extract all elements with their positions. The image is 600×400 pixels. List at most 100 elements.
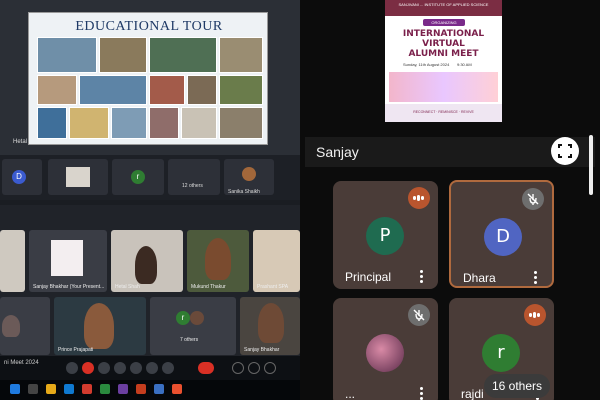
others-tile[interactable]: 12 others xyxy=(168,159,220,195)
avatar: r xyxy=(482,334,520,372)
participant-tile[interactable] xyxy=(48,159,108,195)
poster-title-line: INTERNATIONAL xyxy=(402,29,485,39)
tile-name: Sanika Shaikh xyxy=(228,189,260,195)
poster-title-line: VIRTUAL xyxy=(422,39,465,49)
participant-tile[interactable]: D xyxy=(2,159,42,195)
video-tile[interactable]: Mukund Thakur xyxy=(187,230,249,292)
participant-tile[interactable]: D Dhara xyxy=(449,180,554,288)
person-figure xyxy=(258,303,284,343)
tile-name: Hetal Shah xyxy=(115,284,140,290)
more-options-button[interactable] xyxy=(162,362,174,374)
tile-name: Sanjay Bhakhar (Your Present... xyxy=(33,284,105,290)
presenter-label: Hetal xyxy=(13,139,28,145)
video-tile[interactable] xyxy=(0,230,25,292)
avatar xyxy=(242,167,256,181)
others-tile[interactable]: r 7 others xyxy=(150,297,236,355)
tour-photo xyxy=(219,37,263,73)
more-vert-icon[interactable] xyxy=(418,386,424,400)
start-icon[interactable] xyxy=(10,384,20,394)
raise-hand-button[interactable] xyxy=(146,362,158,374)
participant-name: Principal xyxy=(345,270,392,284)
others-count-chip[interactable]: 16 others xyxy=(484,374,550,398)
poster-banner xyxy=(389,72,498,102)
panel-divider xyxy=(305,130,595,142)
tile-name: Mukund Thakur xyxy=(191,284,226,290)
poster-title: INTERNATIONAL VIRTUAL ALUMNI MEET xyxy=(389,29,498,59)
fullscreen-button[interactable] xyxy=(551,137,579,165)
emoji-button[interactable] xyxy=(114,362,126,374)
app-icon[interactable] xyxy=(136,384,146,394)
app-icon[interactable] xyxy=(118,384,128,394)
video-tile[interactable]: Sanjay Bhakhar (Your Present... xyxy=(29,230,107,292)
captions-button[interactable] xyxy=(98,362,110,374)
call-title: Sanjay xyxy=(316,144,359,160)
present-button[interactable] xyxy=(130,362,142,374)
video-tile[interactable]: Hetal Shah xyxy=(111,230,183,292)
poster-badge: ORGANIZING xyxy=(423,19,465,26)
scrollbar[interactable] xyxy=(589,135,593,195)
speaking-indicator xyxy=(408,187,430,209)
shared-poster: SANJIVANI ... INSTITUTE OF APPLIED SCIEN… xyxy=(385,0,502,122)
tour-photo xyxy=(69,107,109,139)
tour-photo xyxy=(79,75,147,105)
tour-photo xyxy=(181,107,217,139)
mic-off-icon xyxy=(408,304,430,326)
shared-slide: EDUCATIONAL TOUR xyxy=(28,12,268,145)
mic-button[interactable] xyxy=(66,362,78,374)
poster-thumbnail xyxy=(51,240,83,276)
tour-photo xyxy=(149,37,217,73)
windows-taskbar xyxy=(0,380,300,400)
shared-thumbnail xyxy=(66,167,90,187)
more-vert-icon[interactable] xyxy=(532,270,538,284)
video-tile[interactable]: Prince Prajapati xyxy=(54,297,146,355)
tour-photo xyxy=(37,107,67,139)
poster-title-line: ALUMNI MEET xyxy=(408,49,479,59)
video-tile[interactable]: Prashant SPA xyxy=(253,230,300,292)
avatar: D xyxy=(484,218,522,256)
video-tile[interactable] xyxy=(0,297,50,355)
end-call-button[interactable] xyxy=(198,362,214,374)
avatar: P xyxy=(366,217,404,255)
mic-off-icon xyxy=(522,188,544,210)
meeting-name: ni Meet 2024 xyxy=(4,360,39,366)
poster-date: Sunday, 11th August 2024 xyxy=(403,62,450,67)
fullscreen-icon xyxy=(558,144,572,158)
participant-name: Dhara xyxy=(463,271,496,285)
edge-icon[interactable] xyxy=(64,384,74,394)
audio-bars-icon xyxy=(413,195,425,201)
tour-photo xyxy=(219,107,263,139)
participant-tile[interactable]: P Principal xyxy=(333,181,438,289)
tour-photo xyxy=(111,107,147,139)
tile-name: Sanjay Bhakhar xyxy=(244,347,280,353)
others-count: 12 others xyxy=(182,183,203,189)
participant-strip: D r 12 others Sanika Shaikh xyxy=(0,155,300,200)
tour-photo xyxy=(187,75,217,105)
poster-tags: RECONNECT · REMINISCE · REVIVE xyxy=(413,110,474,114)
info-button[interactable] xyxy=(232,362,244,374)
participant-tile[interactable]: Sanika Shaikh xyxy=(224,159,274,195)
poster-org: SANJIVANI ... INSTITUTE OF APPLIED SCIEN… xyxy=(398,2,489,7)
folder-icon[interactable] xyxy=(46,384,56,394)
more-vert-icon[interactable] xyxy=(418,269,424,283)
poster-header: SANJIVANI ... INSTITUTE OF APPLIED SCIEN… xyxy=(385,0,502,16)
search-icon[interactable] xyxy=(28,384,38,394)
others-count: 7 others xyxy=(180,337,199,343)
avatar-photo xyxy=(366,334,404,372)
video-tile[interactable]: Sanjay Bhakhar xyxy=(240,297,300,355)
tour-photo xyxy=(219,75,263,105)
chrome-icon[interactable] xyxy=(100,384,110,394)
people-button[interactable] xyxy=(248,362,260,374)
app-icon[interactable] xyxy=(82,384,92,394)
tour-photo xyxy=(149,107,179,139)
person-figure xyxy=(84,303,114,349)
app-icon[interactable] xyxy=(154,384,164,394)
participant-tile[interactable]: r xyxy=(112,159,164,195)
slide-title: EDUCATIONAL TOUR xyxy=(75,19,223,34)
avatar: D xyxy=(12,170,26,184)
participant-name: ... xyxy=(345,387,356,400)
chat-button[interactable] xyxy=(264,362,276,374)
tile-name: Prashant SPA xyxy=(257,284,289,290)
participant-tile[interactable]: ... xyxy=(333,298,438,400)
app-icon[interactable] xyxy=(172,384,182,394)
camera-off-button[interactable] xyxy=(82,362,94,374)
